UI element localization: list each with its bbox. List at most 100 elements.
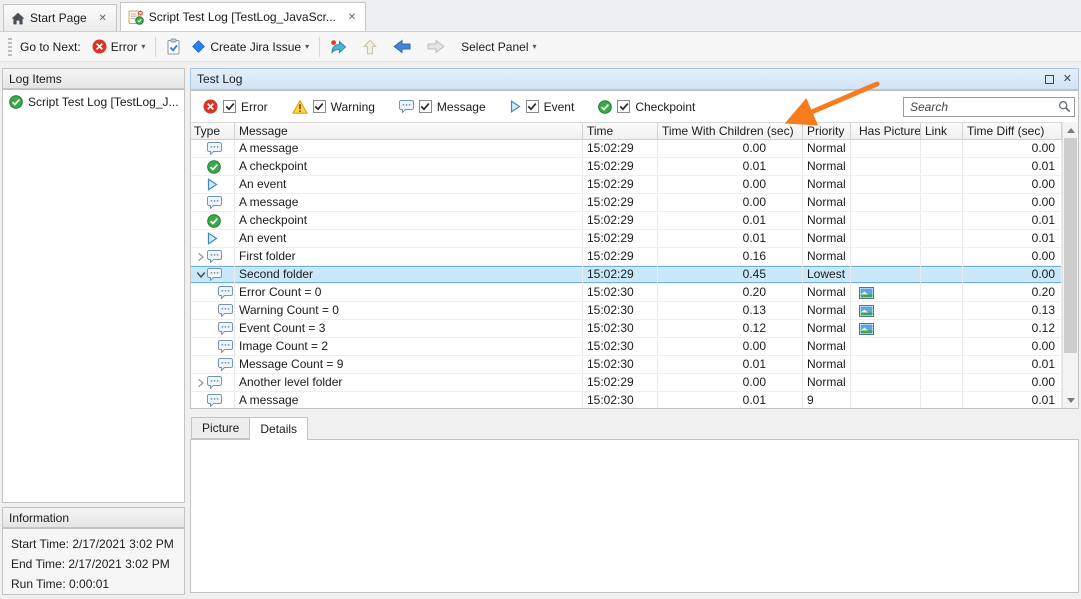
log-row[interactable]: A checkpoint15:02:290.01Normal0.01 — [191, 212, 1062, 230]
cell-priority: Normal — [803, 302, 851, 319]
scroll-down-icon[interactable] — [1063, 392, 1078, 408]
column-header-time[interactable]: Time — [583, 123, 658, 139]
log-row[interactable]: Second folder15:02:290.45Lowest0.00 — [191, 266, 1062, 284]
cell-has-picture — [851, 212, 921, 229]
cell-message: Another level folder — [235, 374, 583, 391]
column-header-message[interactable]: Message — [235, 123, 583, 139]
create-jira-issue-button[interactable]: Create Jira Issue ▾ — [186, 36, 314, 57]
message-icon — [218, 358, 233, 371]
message-checkbox[interactable] — [419, 100, 432, 113]
log-row[interactable]: Another level folder15:02:290.00Normal0.… — [191, 374, 1062, 392]
cell-priority: Normal — [803, 284, 851, 301]
run-time-text: Run Time: 0:00:01 — [11, 574, 176, 594]
picture-icon[interactable] — [859, 287, 874, 299]
column-header-has-picture[interactable]: Has Picture — [851, 123, 921, 139]
test-log-icon — [128, 10, 144, 25]
cell-time-with-children: 0.20 — [658, 284, 803, 301]
event-checkbox[interactable] — [526, 100, 539, 113]
log-row[interactable]: An event15:02:290.00Normal0.00 — [191, 176, 1062, 194]
cell-priority: Normal — [803, 356, 851, 373]
tree-collapse-icon[interactable] — [194, 271, 207, 279]
post-issue-button[interactable] — [325, 36, 352, 58]
right-arrow-icon — [427, 39, 445, 54]
cell-type — [191, 194, 235, 211]
back-button[interactable] — [388, 36, 416, 57]
log-row[interactable]: A message15:02:300.0190.01 — [191, 392, 1062, 408]
forward-button[interactable] — [422, 36, 450, 57]
left-arrow-icon — [393, 39, 411, 54]
message-icon — [207, 250, 222, 263]
cell-time: 15:02:29 — [583, 158, 658, 175]
log-row[interactable]: A message15:02:290.00Normal0.00 — [191, 194, 1062, 212]
checkpoint-icon — [207, 214, 221, 228]
cell-has-picture — [851, 284, 921, 301]
search-input[interactable] — [903, 97, 1075, 117]
float-panel-icon[interactable] — [1045, 75, 1054, 84]
tree-expand-icon[interactable] — [194, 252, 207, 262]
cell-has-picture — [851, 266, 921, 283]
tab-details[interactable]: Details — [249, 417, 308, 440]
select-panel-button[interactable]: Select Panel ▾ — [456, 37, 541, 57]
scroll-up-icon[interactable] — [1063, 122, 1078, 138]
tab-test-log-document[interactable]: Script Test Log [TestLog_JavaScr... ✕ — [120, 2, 366, 31]
cell-priority: Normal — [803, 140, 851, 157]
event-icon — [207, 178, 218, 191]
cell-time-with-children: 0.01 — [658, 356, 803, 373]
log-row[interactable]: A message15:02:290.00Normal0.00 — [191, 140, 1062, 158]
cell-link — [921, 248, 963, 265]
log-row[interactable]: Warning Count = 015:02:300.13Normal0.13 — [191, 302, 1062, 320]
tab-start-page[interactable]: Start Page ✕ — [3, 4, 117, 31]
column-header-link[interactable]: Link — [921, 123, 963, 139]
log-row[interactable]: Error Count = 015:02:300.20Normal0.20 — [191, 284, 1062, 302]
column-header-time-diff[interactable]: Time Diff (sec) — [963, 123, 1062, 139]
column-header-type[interactable]: Type — [191, 123, 235, 139]
tab-picture[interactable]: Picture — [191, 417, 250, 439]
close-panel-icon[interactable]: ✕ — [1063, 74, 1072, 85]
cell-message: A message — [235, 194, 583, 211]
log-rows: A message15:02:290.00Normal0.00A checkpo… — [191, 140, 1062, 408]
filter-event-label: Event — [544, 100, 575, 114]
warning-checkbox[interactable] — [313, 100, 326, 113]
picture-icon[interactable] — [859, 305, 874, 317]
close-tab-icon[interactable]: ✕ — [346, 12, 358, 23]
go-to-next-error-button[interactable]: Error ▾ — [87, 36, 151, 57]
cell-type — [191, 320, 235, 337]
log-row[interactable]: Message Count = 915:02:300.01Normal0.01 — [191, 356, 1062, 374]
picture-icon[interactable] — [859, 323, 874, 335]
cell-time-diff: 0.01 — [963, 392, 1062, 408]
cell-time-diff: 0.00 — [963, 374, 1062, 391]
log-row[interactable]: An event15:02:290.01Normal0.01 — [191, 230, 1062, 248]
tree-expand-icon[interactable] — [194, 378, 207, 388]
message-icon — [207, 196, 222, 209]
cell-type — [191, 230, 235, 247]
vertical-scrollbar[interactable] — [1062, 122, 1078, 408]
column-header-time-with-children[interactable]: Time With Children (sec) — [658, 123, 803, 139]
go-up-button[interactable] — [358, 36, 382, 58]
cell-time-diff: 0.20 — [963, 284, 1062, 301]
cell-priority: Normal — [803, 338, 851, 355]
filter-error[interactable]: Error — [203, 99, 268, 114]
filter-event[interactable]: Event — [510, 100, 575, 114]
error-checkbox[interactable] — [223, 100, 236, 113]
toolbar-grip[interactable] — [8, 38, 12, 56]
log-row[interactable]: A checkpoint15:02:290.01Normal0.01 — [191, 158, 1062, 176]
clipboard-check-button[interactable] — [161, 35, 186, 58]
log-items-tree: Script Test Log [TestLog_J... — [2, 89, 185, 503]
log-row[interactable]: Image Count = 215:02:300.00Normal0.00 — [191, 338, 1062, 356]
close-tab-icon[interactable]: ✕ — [97, 13, 109, 24]
log-row[interactable]: Event Count = 315:02:300.12Normal0.12 — [191, 320, 1062, 338]
cell-time: 15:02:29 — [583, 266, 658, 283]
log-row[interactable]: First folder15:02:290.16Normal0.00 — [191, 248, 1062, 266]
cell-has-picture — [851, 302, 921, 319]
log-items-tree-item[interactable]: Script Test Log [TestLog_J... — [3, 90, 184, 109]
column-header-priority[interactable]: Priority — [803, 123, 851, 139]
filter-checkpoint[interactable]: Checkpoint — [598, 100, 695, 114]
filter-warning[interactable]: Warning — [292, 100, 375, 114]
cell-time: 15:02:29 — [583, 194, 658, 211]
checkpoint-checkbox[interactable] — [617, 100, 630, 113]
cell-has-picture — [851, 194, 921, 211]
scrollbar-thumb[interactable] — [1064, 138, 1077, 353]
cell-priority: Normal — [803, 158, 851, 175]
filter-message[interactable]: Message — [399, 100, 486, 114]
cell-priority: Normal — [803, 248, 851, 265]
